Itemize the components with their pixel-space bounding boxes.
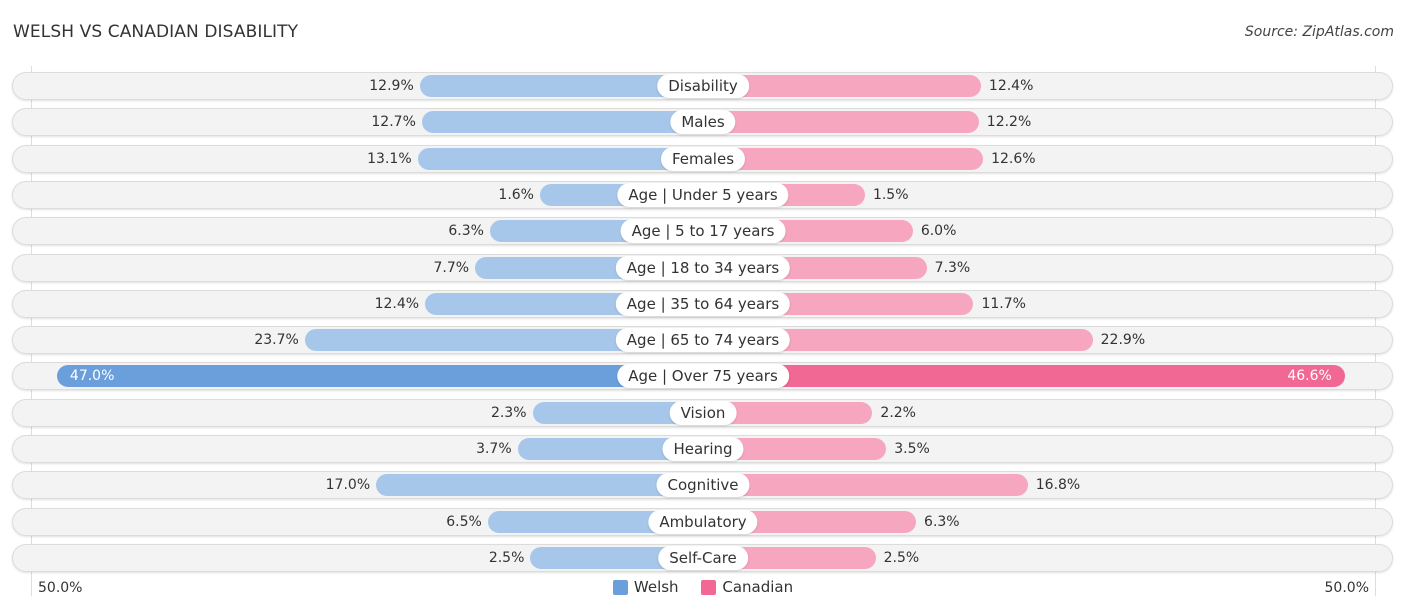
value-label-canadian: 2.2% bbox=[880, 404, 916, 421]
value-label-welsh: 12.7% bbox=[371, 114, 416, 131]
value-label-canadian: 46.6% bbox=[1287, 368, 1332, 385]
legend-label-canadian: Canadian bbox=[722, 578, 794, 596]
bar-canadian[interactable] bbox=[703, 111, 979, 134]
value-label-canadian: 22.9% bbox=[1100, 332, 1146, 349]
value-label-canadian: 11.7% bbox=[981, 295, 1026, 312]
bar-canadian[interactable] bbox=[703, 147, 984, 170]
legend: Welsh Canadian bbox=[0, 578, 1406, 599]
category-label: Age | 65 to 74 years bbox=[615, 328, 791, 353]
canadian-swatch bbox=[701, 579, 717, 595]
value-label-welsh: 3.7% bbox=[476, 441, 512, 457]
source-label: Source: ZipAtlas.com bbox=[1244, 24, 1394, 40]
category-label: Age | Over 75 years bbox=[617, 364, 789, 389]
value-label-welsh: 6.3% bbox=[448, 223, 484, 240]
value-label-canadian: 6.0% bbox=[920, 223, 957, 240]
value-label-welsh: 7.7% bbox=[433, 259, 470, 276]
category-label: Males bbox=[670, 110, 736, 135]
value-label-canadian: 16.8% bbox=[1035, 477, 1081, 494]
bar-canadian[interactable] bbox=[703, 474, 1028, 497]
category-label: Females bbox=[660, 146, 746, 171]
value-label-canadian: 12.2% bbox=[986, 114, 1032, 131]
bar-canadian[interactable] bbox=[703, 365, 1345, 388]
chart-title: WELSH VS CANADIAN DISABILITY bbox=[13, 22, 299, 42]
value-label-canadian: 12.4% bbox=[988, 78, 1034, 94]
value-label-welsh: 2.5% bbox=[488, 549, 525, 566]
value-label-welsh: 12.4% bbox=[374, 295, 420, 312]
value-label-canadian: 2.5% bbox=[883, 549, 920, 566]
category-label: Vision bbox=[669, 400, 737, 425]
value-label-canadian: 12.6% bbox=[991, 150, 1036, 167]
category-label: Hearing bbox=[662, 437, 744, 461]
value-label-welsh: 23.7% bbox=[254, 332, 299, 349]
value-label-welsh: 1.6% bbox=[498, 186, 534, 203]
legend-item-canadian[interactable]: Canadian bbox=[701, 578, 793, 596]
bar-welsh[interactable] bbox=[421, 111, 703, 134]
value-label-canadian: 1.5% bbox=[872, 186, 909, 203]
welsh-swatch bbox=[612, 579, 628, 595]
value-label-canadian: 6.3% bbox=[924, 513, 960, 530]
category-label: Age | 18 to 34 years bbox=[615, 255, 791, 280]
bar-welsh[interactable] bbox=[56, 365, 703, 388]
bar-welsh[interactable] bbox=[376, 474, 703, 497]
category-label: Disability bbox=[657, 74, 749, 98]
category-label: Ambulatory bbox=[648, 509, 758, 534]
value-label-canadian: 7.3% bbox=[934, 259, 971, 276]
value-label-welsh: 2.3% bbox=[490, 404, 527, 421]
category-label: Self-Care bbox=[658, 545, 748, 570]
value-label-welsh: 6.5% bbox=[446, 513, 482, 530]
value-label-welsh: 17.0% bbox=[325, 477, 371, 494]
value-label-welsh: 13.1% bbox=[367, 150, 412, 167]
value-label-canadian: 3.5% bbox=[894, 441, 930, 457]
category-label: Age | 35 to 64 years bbox=[615, 291, 791, 316]
value-label-welsh: 47.0% bbox=[69, 368, 115, 385]
category-label: Age | Under 5 years bbox=[617, 182, 789, 207]
legend-label-welsh: Welsh bbox=[633, 578, 679, 596]
legend-item-welsh[interactable]: Welsh bbox=[612, 578, 679, 596]
category-label: Age | 5 to 17 years bbox=[620, 219, 786, 244]
category-label: Cognitive bbox=[656, 473, 750, 498]
value-label-welsh: 12.9% bbox=[369, 78, 414, 94]
